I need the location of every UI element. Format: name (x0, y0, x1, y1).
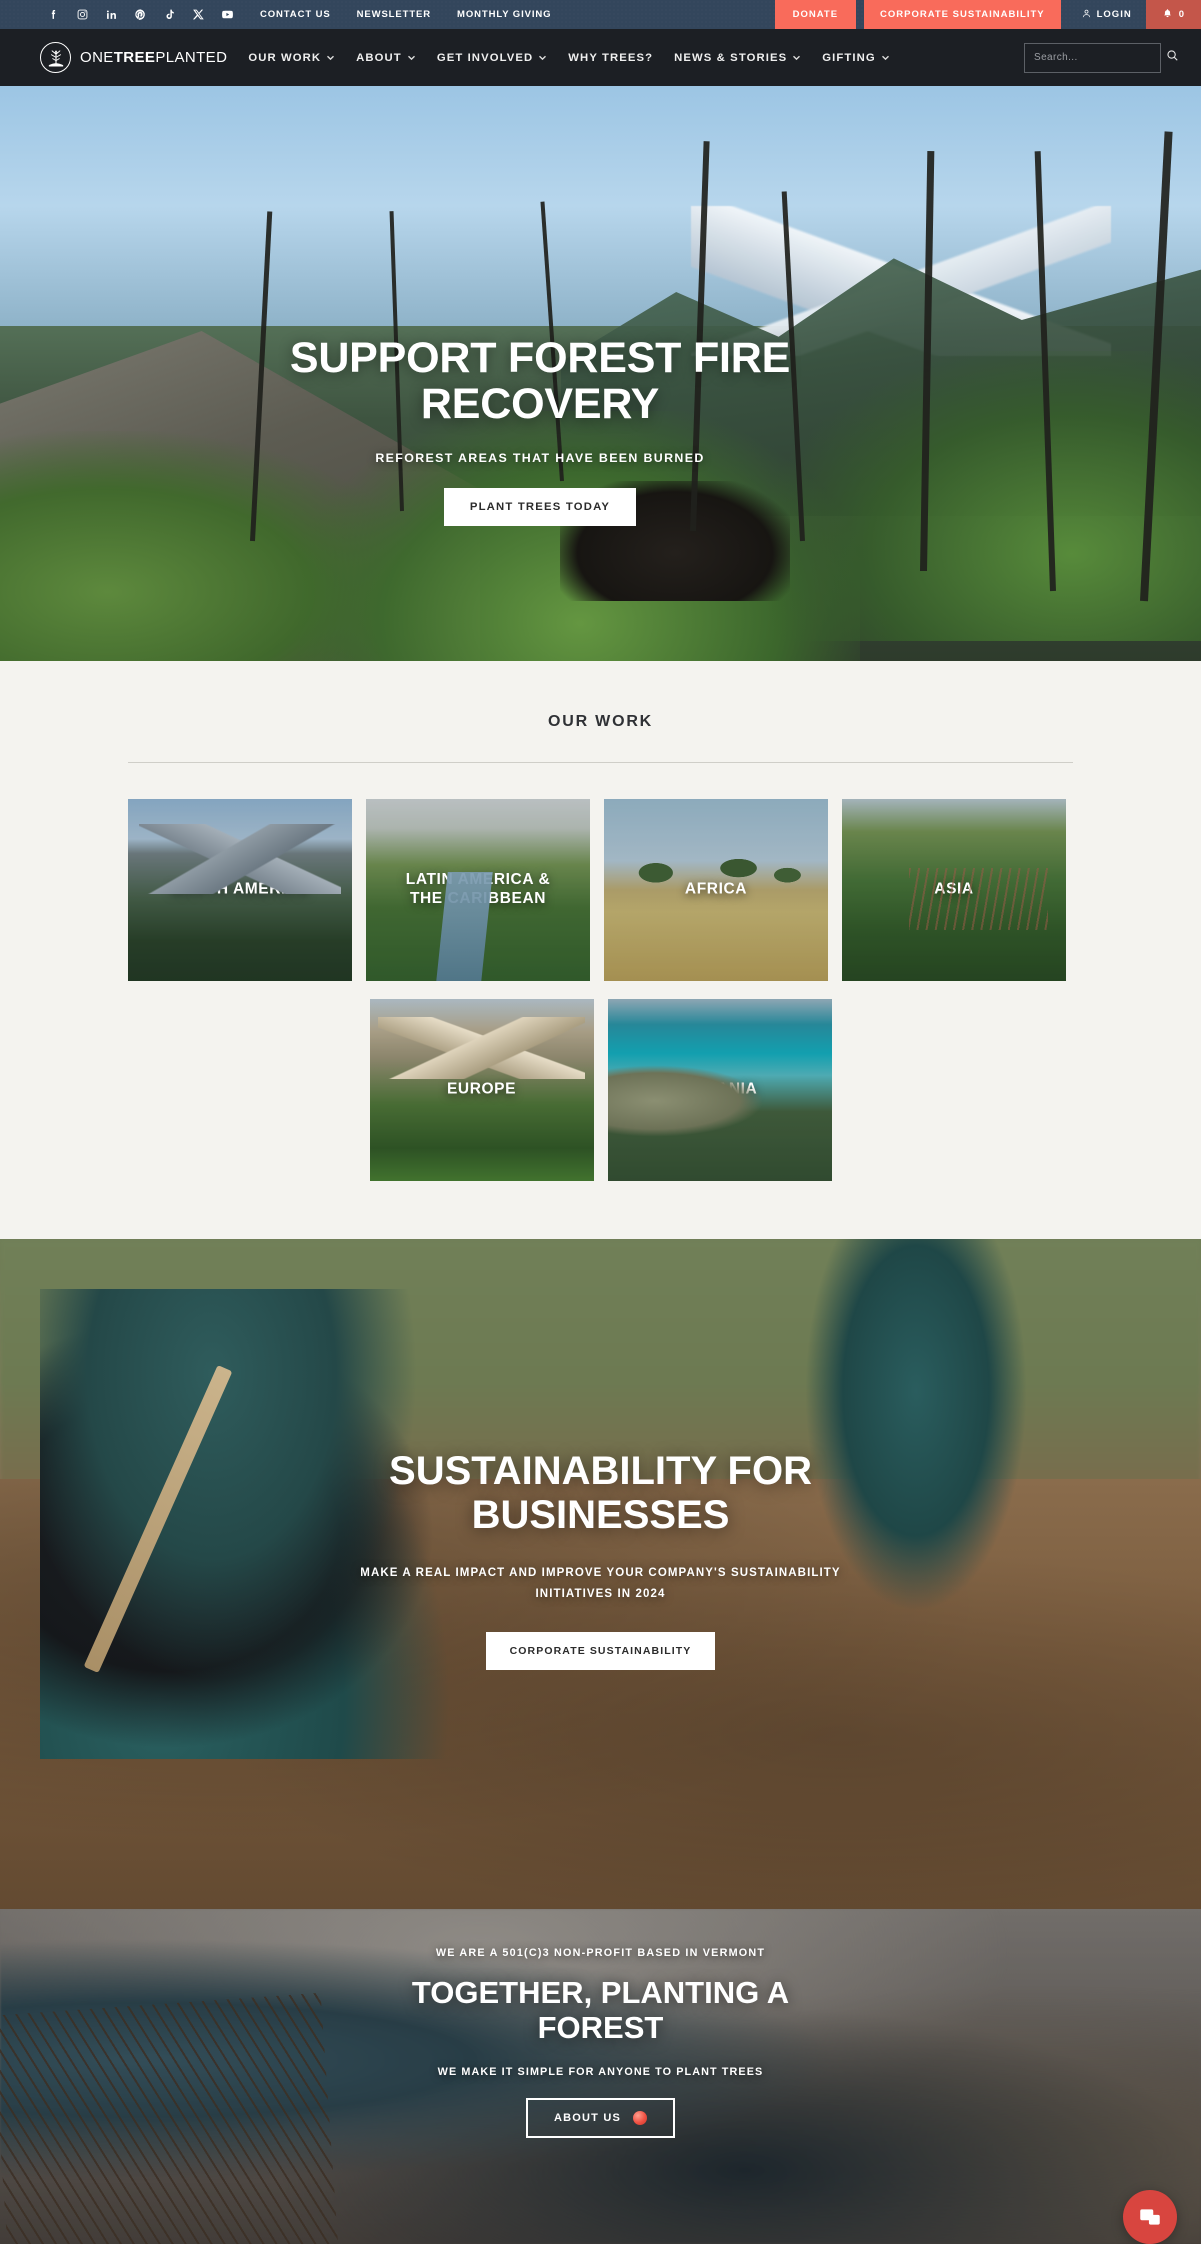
page-root: CONTACT US NEWSLETTER MONTHLY GIVING DON… (0, 0, 1201, 2244)
x-twitter-icon[interactable] (191, 7, 206, 22)
region-tile-asia[interactable]: ASIA (842, 799, 1066, 981)
hero-cta-button[interactable]: PLANT TREES TODAY (443, 488, 637, 527)
social-links (46, 7, 235, 22)
search-box[interactable] (1024, 42, 1178, 73)
sustainability-content: SUSTAINABILITY FOR BUSINESSES MAKE A REA… (0, 1449, 1201, 1670)
nav-item-news-stories-label: NEWS & STORIES (674, 51, 788, 64)
nav-item-news-stories[interactable]: NEWS & STORIES (674, 52, 801, 64)
utility-top-bar: CONTACT US NEWSLETTER MONTHLY GIVING DON… (0, 0, 1201, 29)
chevron-down-icon (538, 53, 547, 62)
login-label: LOGIN (1096, 9, 1132, 20)
utility-link-contact-us[interactable]: CONTACT US (260, 9, 331, 20)
sustainability-subtitle-line2: INITIATIVES IN 2024 (535, 1588, 666, 1601)
region-tile-latin-america-caribbean[interactable]: LATIN AMERICA & THE CARIBBEAN (366, 799, 590, 981)
pinterest-icon[interactable] (133, 7, 148, 22)
chat-widget-button[interactable] (1123, 2190, 1177, 2244)
hero-title-line2: RECOVERY (420, 379, 660, 428)
chevron-down-icon (407, 53, 416, 62)
youtube-icon[interactable] (220, 7, 235, 22)
tiktok-icon[interactable] (162, 7, 177, 22)
about-title-line2: FOREST (537, 2010, 664, 2046)
login-button[interactable]: LOGIN (1067, 0, 1146, 29)
instagram-icon[interactable] (75, 7, 90, 22)
hero-title-line1: SUPPORT FOREST FIRE (289, 334, 791, 382)
utility-link-monthly-giving[interactable]: MONTHLY GIVING (457, 9, 551, 20)
utility-link-newsletter[interactable]: NEWSLETTER (357, 9, 431, 20)
utility-links: CONTACT US NEWSLETTER MONTHLY GIVING (260, 9, 551, 20)
nav-item-about-label: ABOUT (356, 51, 402, 64)
about-eyebrow: WE ARE A 501(C)3 NON-PROFIT BASED IN VER… (435, 1947, 766, 1959)
nav-links: OUR WORK ABOUT GET INVOLVED WHY TREES? N… (248, 52, 889, 64)
tile-overlay (604, 799, 828, 981)
our-work-section: OUR WORK NORTH AMERICA LATIN AMERICA & T… (0, 661, 1201, 1239)
nav-item-our-work-label: OUR WORK (248, 51, 322, 64)
sustainability-title: SUSTAINABILITY FOR BUSINESSES (0, 1449, 1201, 1537)
nav-item-why-trees-label: WHY TREES? (568, 51, 654, 64)
nav-item-gifting[interactable]: GIFTING (822, 52, 890, 64)
about-us-label: ABOUT US (553, 2111, 622, 2124)
logo-wordmark: ONETREEPLANTED (80, 49, 227, 66)
hero-subtitle: REFOREST AREAS THAT HAVE BEEN BURNED (375, 451, 705, 466)
chevron-down-icon (792, 53, 801, 62)
hero-content: SUPPORT FOREST FIRE RECOVERY REFOREST AR… (160, 334, 920, 527)
sustainability-title-line2: BUSINESSES (471, 1493, 730, 1537)
region-tile-north-america[interactable]: NORTH AMERICA (128, 799, 352, 981)
region-tile-oceania[interactable]: OCEANIA (607, 999, 832, 1181)
region-tiles-row-1: NORTH AMERICA LATIN AMERICA & THE CARIBB… (128, 799, 1073, 981)
search-input[interactable] (1034, 52, 1166, 63)
hero-banner: SUPPORT FOREST FIRE RECOVERY REFOREST AR… (0, 86, 1201, 661)
our-work-heading: OUR WORK (547, 713, 654, 730)
chevron-down-icon (881, 53, 890, 62)
hero-title: SUPPORT FOREST FIRE RECOVERY (160, 334, 920, 428)
region-tile-label: ASIA (934, 880, 974, 898)
nav-item-gifting-label: GIFTING (822, 51, 876, 64)
sustainability-subtitle-line1: MAKE A REAL IMPACT AND IMPROVE YOUR COMP… (360, 1567, 841, 1579)
cart-button[interactable]: 0 (1145, 0, 1201, 29)
user-icon (1081, 8, 1092, 22)
about-content: WE ARE A 501(C)3 NON-PROFIT BASED IN VER… (0, 1947, 1201, 2138)
main-navigation-bar: ONETREEPLANTED OUR WORK ABOUT GET INVOLV… (0, 29, 1201, 86)
corporate-sustainability-button[interactable]: CORPORATE SUSTAINABILITY (864, 0, 1061, 29)
region-tile-africa[interactable]: AFRICA (604, 799, 828, 981)
section-divider (128, 762, 1073, 763)
logo-suffix: PLANTED (155, 49, 228, 66)
region-tile-label: EUROPE (446, 1080, 517, 1098)
about-title-line1: TOGETHER, PLANTING A (411, 1975, 790, 2010)
nav-item-get-involved[interactable]: GET INVOLVED (437, 52, 547, 64)
nav-item-why-trees[interactable]: WHY TREES? (568, 52, 653, 64)
search-icon[interactable] (1166, 49, 1179, 67)
about-us-button[interactable]: ABOUT US (525, 2097, 676, 2138)
sustainability-banner: SUSTAINABILITY FOR BUSINESSES MAKE A REA… (0, 1239, 1201, 1909)
region-tile-label: AFRICA (684, 880, 748, 898)
region-tile-label: OCEANIA (681, 1080, 758, 1098)
tree-badge-icon (633, 2110, 648, 2125)
donate-button[interactable]: DONATE (774, 0, 857, 29)
region-tile-label: NORTH AMERICA (170, 880, 310, 898)
linkedin-icon[interactable] (104, 7, 119, 22)
tile-overlay (128, 799, 352, 981)
cart-bell-icon (1162, 8, 1173, 22)
region-tiles-row-2: EUROPE OCEANIA (128, 999, 1073, 1181)
nav-item-about[interactable]: ABOUT (356, 52, 416, 64)
sustainability-title-line1: SUSTAINABILITY FOR (389, 1449, 812, 1493)
region-tile-label: LATIN AMERICA & THE CARIBBEAN (405, 871, 551, 907)
nav-item-get-involved-label: GET INVOLVED (436, 51, 534, 64)
sustainability-cta-button[interactable]: CORPORATE SUSTAINABILITY (485, 1631, 716, 1670)
logo-prefix: ONE (80, 49, 114, 66)
about-banner: WE ARE A 501(C)3 NON-PROFIT BASED IN VER… (0, 1909, 1201, 2244)
utility-actions: DONATE CORPORATE SUSTAINABILITY LOGIN 0 (774, 0, 1201, 29)
site-logo[interactable]: ONETREEPLANTED (40, 42, 227, 73)
region-tile-europe[interactable]: EUROPE (369, 999, 594, 1181)
chevron-down-icon (326, 53, 335, 62)
facebook-icon[interactable] (46, 7, 61, 22)
logo-strong: TREE (113, 49, 156, 66)
chat-bubble-icon (1140, 2209, 1160, 2225)
sustainability-subtitle: MAKE A REAL IMPACT AND IMPROVE YOUR COMP… (0, 1563, 1201, 1606)
about-title: TOGETHER, PLANTING A FOREST (0, 1975, 1201, 2046)
nav-item-our-work[interactable]: OUR WORK (248, 52, 335, 64)
cart-count: 0 (1178, 9, 1185, 20)
tree-logo-icon (40, 42, 71, 73)
about-subtitle: WE MAKE IT SIMPLE FOR ANYONE TO PLANT TR… (437, 2065, 764, 2078)
